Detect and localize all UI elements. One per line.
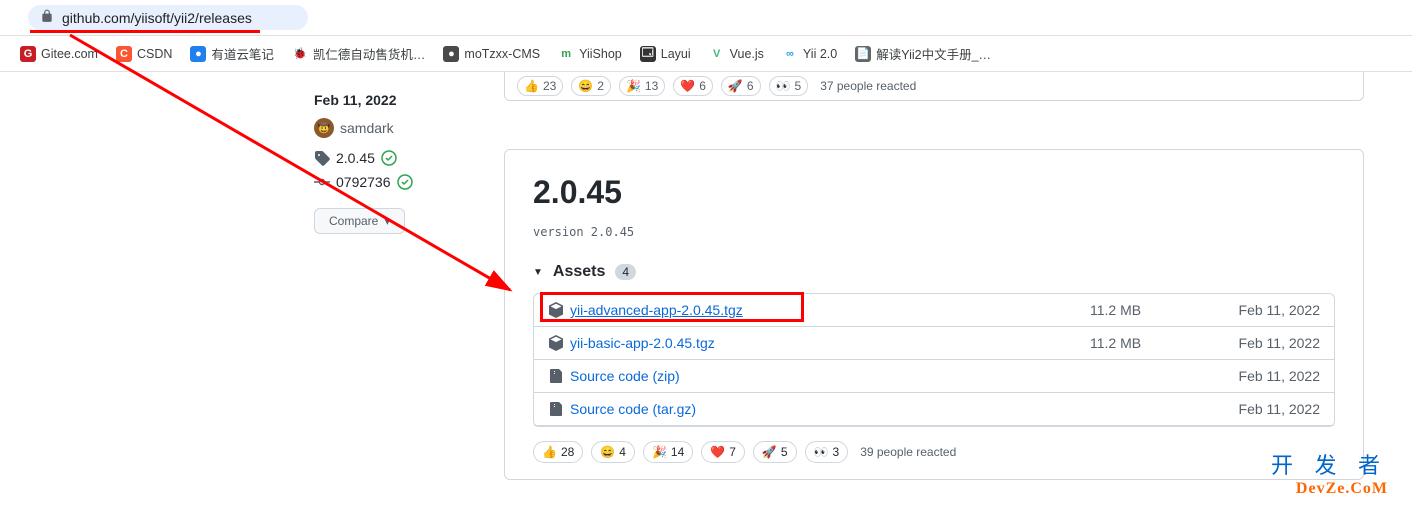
bookmark-item[interactable]: ∞Yii 2.0 (782, 46, 837, 62)
bookmarks-bar: GGitee.com CCSDN ●有道云笔记 🐞凯仁德自动售货机… ●moTz… (0, 36, 1412, 72)
bookmark-icon: ∞ (782, 46, 798, 62)
bookmark-item[interactable]: GGitee.com (20, 46, 98, 62)
compare-button[interactable]: Compare▾ (314, 208, 405, 234)
lock-icon (40, 9, 54, 26)
bookmark-item[interactable]: ●有道云笔记 (190, 44, 274, 63)
bookmark-icon: 📄 (855, 46, 871, 62)
bookmark-item[interactable]: 🐞凯仁德自动售货机… (292, 44, 426, 63)
file-zip-icon (548, 368, 564, 384)
bookmark-icon: 🗔 (640, 46, 656, 62)
bookmark-icon: ● (190, 46, 206, 62)
reaction-pill[interactable]: 👀3 (805, 441, 849, 463)
reaction-pill[interactable]: 🚀5 (753, 441, 797, 463)
reaction-pill[interactable]: 👍28 (533, 441, 583, 463)
reaction-pill[interactable]: 🎉13 (619, 76, 665, 96)
reacted-count-text: 37 people reacted (820, 79, 916, 93)
bookmark-icon: C (116, 46, 132, 62)
reaction-pill[interactable]: 🚀6 (721, 76, 761, 96)
tag-icon (314, 150, 330, 166)
reaction-pill[interactable]: ❤️6 (673, 76, 713, 96)
release-author[interactable]: 🤠 samdark (314, 118, 504, 138)
bookmark-icon: V (709, 46, 725, 62)
asset-row: Source code (zip) Feb 11, 2022 (534, 360, 1334, 393)
package-icon (548, 302, 564, 318)
reaction-pill[interactable]: 👀5 (769, 76, 809, 96)
asset-row: yii-basic-app-2.0.45.tgz 11.2 MB Feb 11,… (534, 327, 1334, 360)
reaction-pill[interactable]: 🎉14 (643, 441, 693, 463)
bookmark-icon: ● (443, 46, 459, 62)
asset-link[interactable]: yii-basic-app-2.0.45.tgz (570, 335, 715, 351)
asset-link[interactable]: yii-advanced-app-2.0.45.tgz (570, 302, 743, 318)
bookmark-item[interactable]: CCSDN (116, 46, 172, 62)
asset-date: Feb 11, 2022 (1210, 368, 1320, 384)
asset-date: Feb 11, 2022 (1210, 302, 1320, 318)
release-version-line: version 2.0.45 (533, 225, 1335, 239)
avatar: 🤠 (314, 118, 334, 138)
asset-link[interactable]: Source code (tar.gz) (570, 401, 696, 417)
reactions-bar-top: 👍23 😄2 🎉13 ❤️6 🚀6 👀5 37 people reacted (504, 72, 1364, 101)
asset-date: Feb 11, 2022 (1210, 401, 1320, 417)
verified-icon (397, 174, 413, 190)
release-commit[interactable]: 0792736 (314, 174, 504, 190)
reaction-pill[interactable]: ❤️7 (701, 441, 745, 463)
triangle-down-icon: ▼ (533, 267, 543, 278)
asset-row: yii-advanced-app-2.0.45.tgz 11.2 MB Feb … (534, 294, 1334, 327)
url-text: github.com/yiisoft/yii2/releases (62, 10, 252, 26)
assets-label: Assets (553, 263, 605, 281)
assets-count-badge: 4 (615, 264, 636, 280)
file-zip-icon (548, 401, 564, 417)
bookmark-item[interactable]: mYiiShop (558, 46, 622, 62)
asset-link[interactable]: Source code (zip) (570, 368, 680, 384)
reactions-bar-bottom: 👍28 😄4 🎉14 ❤️7 🚀5 👀3 39 people reacted (533, 441, 1335, 463)
bookmark-icon: G (20, 46, 36, 62)
bookmark-item[interactable]: ●moTzxx-CMS (443, 46, 540, 62)
release-tag[interactable]: 2.0.45 (314, 150, 504, 166)
annotation-underline (30, 30, 260, 33)
release-meta-sidebar: Feb 11, 2022 🤠 samdark 2.0.45 0792736 Co… (24, 72, 504, 480)
release-panel: 2.0.45 version 2.0.45 ▼ Assets 4 yii-adv… (504, 149, 1364, 480)
assets-list: yii-advanced-app-2.0.45.tgz 11.2 MB Feb … (533, 293, 1335, 427)
reaction-pill[interactable]: 😄4 (591, 441, 635, 463)
reacted-count-text: 39 people reacted (860, 445, 956, 459)
commit-icon (314, 174, 330, 190)
release-title: 2.0.45 (533, 174, 1335, 211)
reaction-pill[interactable]: 👍23 (517, 76, 563, 96)
asset-row: Source code (tar.gz) Feb 11, 2022 (534, 393, 1334, 426)
bookmark-item[interactable]: 🗔Layui (640, 46, 691, 62)
assets-toggle[interactable]: ▼ Assets 4 (533, 263, 1335, 281)
chevron-down-icon: ▾ (384, 214, 390, 228)
bookmark-item[interactable]: VVue.js (709, 46, 764, 62)
bookmark-icon: m (558, 46, 574, 62)
watermark: 开 发 者 DevZe.CoM (1271, 448, 1388, 498)
release-date: Feb 11, 2022 (314, 92, 504, 108)
reaction-pill[interactable]: 😄2 (571, 76, 611, 96)
asset-size: 11.2 MB (1090, 302, 1210, 318)
bookmark-item[interactable]: 📄解读Yii2中文手册_… (855, 44, 991, 63)
bookmark-icon: 🐞 (292, 46, 308, 62)
asset-size: 11.2 MB (1090, 335, 1210, 351)
verified-icon (381, 150, 397, 166)
package-icon (548, 335, 564, 351)
asset-date: Feb 11, 2022 (1210, 335, 1320, 351)
